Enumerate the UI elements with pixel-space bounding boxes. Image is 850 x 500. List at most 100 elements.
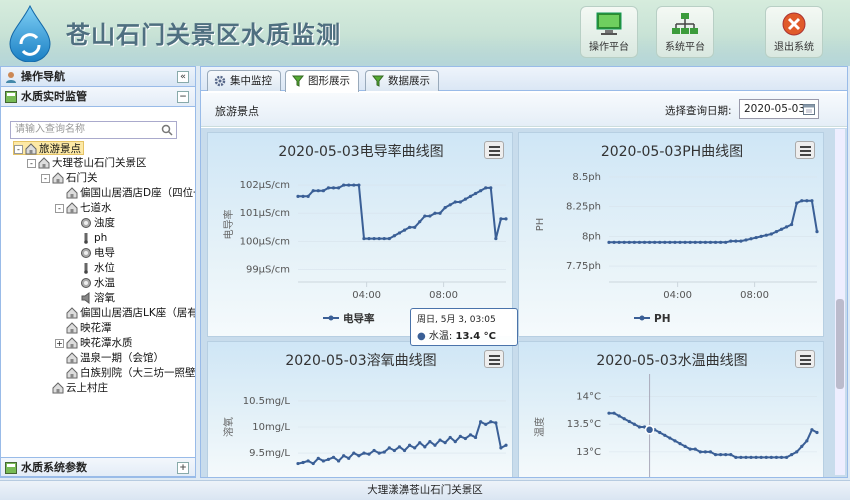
tab-chart-display[interactable]: 图形展示 <box>285 70 359 92</box>
query-date-label: 选择查询日期: <box>665 105 732 117</box>
chart-title: 2020-05-03溶氧曲线图 <box>285 353 437 369</box>
system-platform-label: 系统平台 <box>665 42 705 53</box>
data-point <box>423 445 427 449</box>
data-point <box>402 228 407 232</box>
data-point <box>759 455 763 460</box>
tree-search-input[interactable]: 请输入查询名称 <box>10 121 177 139</box>
legend-marker <box>639 315 645 321</box>
system-platform-button[interactable]: 系统平台 <box>656 6 714 58</box>
tree-node[interactable]: 白族别院（大三坊一照壁 <box>55 366 195 380</box>
tree-node[interactable]: - 七道水 <box>55 201 112 215</box>
data-point <box>810 428 814 432</box>
y-tick-label: 8.5ph <box>572 172 601 183</box>
tree-node[interactable]: 水温 <box>69 276 115 290</box>
tree-node[interactable]: - 旅游景点 <box>13 141 84 155</box>
sensor-icon <box>80 277 92 289</box>
data-point <box>504 443 508 447</box>
main-panel: 集中监控 图形展示 数据展示 旅游景点 选择查询日期: 2020-05-03 1… <box>200 66 848 478</box>
tree-node[interactable]: 映花潭 <box>55 321 112 335</box>
query-date-input[interactable]: 2020-05-03 <box>739 99 819 119</box>
water-params-section-title: 水质系统参数 <box>21 461 87 474</box>
chart-menu-button[interactable] <box>795 141 815 159</box>
tooltip-label: 水温: <box>428 331 453 342</box>
speaker-icon <box>80 292 92 304</box>
data-point <box>739 455 743 460</box>
tree-node[interactable]: 水位 <box>69 261 115 275</box>
data-point <box>617 414 621 418</box>
y-tick-label: 100μS/cm <box>240 236 290 247</box>
data-point <box>749 237 753 241</box>
tree-expander-icon[interactable]: - <box>14 144 23 154</box>
data-point <box>719 240 723 244</box>
tree-node[interactable]: - 石门关 <box>41 171 98 185</box>
calendar-icon[interactable] <box>803 103 815 115</box>
search-icon[interactable] <box>161 124 173 136</box>
tree-node-label: 映花潭 <box>80 322 112 334</box>
data-point <box>810 199 814 203</box>
tree-node[interactable]: 温泉一期（会馆） <box>55 351 164 365</box>
query-date-value: 2020-05-03 <box>744 103 806 115</box>
panel-icon <box>5 91 17 103</box>
data-point <box>622 240 626 244</box>
water-params-section-header[interactable]: 水质系统参数 + <box>1 457 195 477</box>
data-point <box>306 459 310 463</box>
chart-menu-button[interactable] <box>484 141 504 159</box>
data-point <box>708 450 713 454</box>
data-point <box>296 461 300 466</box>
tab-chart-display-label: 图形展示 <box>308 75 350 87</box>
probe-icon <box>80 262 92 274</box>
data-point <box>622 417 626 421</box>
chart-menu-button[interactable] <box>795 350 815 368</box>
tree-expander-icon[interactable]: - <box>27 158 36 168</box>
data-point <box>683 444 687 448</box>
exit-system-label: 退出系统 <box>774 42 814 53</box>
panel-icon <box>5 462 17 474</box>
sensor-icon <box>80 217 92 229</box>
tree-node[interactable]: 电导 <box>69 246 115 260</box>
water-monitor-section-header[interactable]: 水质实时监管 − <box>1 87 195 107</box>
tree-node[interactable]: + 映花潭水质 <box>55 336 133 350</box>
tree-node[interactable]: 偏国山居酒店D座（四位一 <box>55 186 195 200</box>
collapse-sidebar-button[interactable]: « <box>177 71 189 83</box>
tree-node[interactable]: - 大理苍山石门关景区 <box>27 156 147 170</box>
query-toolbar: 旅游景点 选择查询日期: 2020-05-03 <box>201 93 847 127</box>
house-icon <box>66 202 78 214</box>
tree-expander-icon[interactable]: - <box>41 173 50 183</box>
tab-data-display[interactable]: 数据展示 <box>365 70 439 91</box>
data-point <box>413 446 417 450</box>
menu-bar-icon <box>489 150 500 152</box>
data-point <box>408 225 412 229</box>
tree-node[interactable]: 溶氧 <box>69 291 115 305</box>
charts-scrollbar[interactable] <box>835 129 845 475</box>
data-point <box>653 240 657 244</box>
tab-central-monitor[interactable]: 集中监控 <box>207 70 281 91</box>
data-point <box>647 240 652 244</box>
operation-platform-button[interactable]: 操作平台 <box>580 6 638 58</box>
collapse-section-button[interactable]: − <box>177 91 189 103</box>
tree-node[interactable]: 偏国山居酒店LK座（居有 <box>55 306 195 320</box>
data-point <box>734 239 738 243</box>
data-point <box>703 450 707 454</box>
scrollbar-thumb[interactable] <box>836 299 844 389</box>
tree-node-label: 七道水 <box>80 202 112 214</box>
tree-expander-icon[interactable]: + <box>55 338 64 348</box>
tree-node[interactable]: 浊度 <box>69 216 115 230</box>
tree-node-label: 浊度 <box>94 217 115 229</box>
tree-expander-icon[interactable]: - <box>55 203 64 213</box>
y-tick-label: 8.25ph <box>566 202 601 213</box>
expand-section-button[interactable]: + <box>177 462 189 474</box>
tree-node[interactable]: ph <box>69 231 107 245</box>
data-point <box>698 450 702 454</box>
dissolved-oxygen-chart-panel: 10.5mg/L 10mg/L 9.5mg/L 溶氧 2020-05-03溶氧曲线图 <box>207 341 513 477</box>
y-tick-label: 10.5mg/L <box>243 396 291 407</box>
data-point <box>387 236 391 241</box>
data-point <box>377 236 381 241</box>
exit-system-button[interactable]: 退出系统 <box>765 6 823 58</box>
data-point <box>698 240 702 244</box>
data-point <box>382 236 386 241</box>
data-point <box>479 189 483 193</box>
data-point <box>326 457 331 461</box>
chart-menu-button[interactable] <box>484 350 504 368</box>
tree-node-label: 白族别院（大三坊一照壁 <box>80 367 195 379</box>
tree-node[interactable]: 云上村庄 <box>41 381 108 395</box>
